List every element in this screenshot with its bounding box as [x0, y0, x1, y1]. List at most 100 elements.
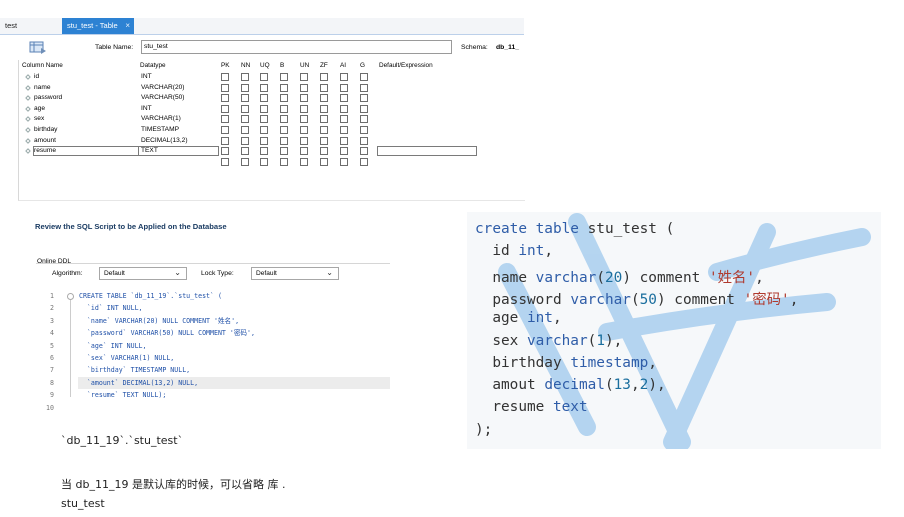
column-flag-checkbox[interactable]: [340, 147, 348, 156]
column-row[interactable]: [20, 157, 523, 168]
column-flag-checkbox[interactable]: [340, 115, 348, 124]
column-header[interactable]: Column Name: [22, 62, 63, 69]
column-header[interactable]: NN: [241, 62, 250, 69]
column-flag-checkbox[interactable]: [320, 104, 328, 113]
column-flag-checkbox[interactable]: [340, 73, 348, 81]
column-datatype[interactable]: VARCHAR(1): [141, 114, 181, 125]
column-row[interactable]: id INT: [20, 72, 523, 83]
sql-text[interactable]: `birthday` TIMESTAMP NULL,: [79, 364, 190, 376]
column-name[interactable]: password: [34, 93, 62, 104]
column-flag-checkbox[interactable]: [241, 147, 249, 156]
column-name[interactable]: birthday: [34, 125, 57, 136]
column-flag-checkbox[interactable]: [360, 83, 368, 92]
column-flag-checkbox[interactable]: [300, 104, 308, 113]
column-flag-checkbox[interactable]: [300, 83, 308, 92]
column-flag-checkbox[interactable]: [221, 73, 229, 81]
cell-edit-box[interactable]: [377, 146, 477, 157]
sql-text[interactable]: CREATE TABLE `db_11_19`.`stu_test` (: [79, 290, 222, 302]
column-flag-checkbox[interactable]: [360, 126, 368, 134]
column-flag-checkbox[interactable]: [260, 115, 268, 124]
column-row[interactable]: password VARCHAR(50): [20, 93, 523, 104]
column-header[interactable]: ZF: [320, 62, 328, 69]
column-flag-checkbox[interactable]: [360, 157, 368, 166]
column-flag-checkbox[interactable]: [340, 94, 348, 103]
column-name[interactable]: name: [34, 83, 51, 94]
column-flag-checkbox[interactable]: [241, 115, 249, 124]
column-flag-checkbox[interactable]: [241, 126, 249, 134]
column-flag-checkbox[interactable]: [241, 73, 249, 81]
column-name[interactable]: age: [34, 104, 45, 115]
column-header[interactable]: PK: [221, 62, 230, 69]
column-flag-checkbox[interactable]: [320, 136, 328, 145]
column-flag-checkbox[interactable]: [260, 73, 268, 81]
column-flag-checkbox[interactable]: [280, 136, 288, 145]
column-name[interactable]: id: [34, 72, 39, 83]
column-flag-checkbox[interactable]: [320, 73, 328, 81]
column-flag-checkbox[interactable]: [360, 94, 368, 103]
sql-text[interactable]: `sex` VARCHAR(1) NULL,: [79, 352, 174, 364]
table-name-input[interactable]: stu_test: [141, 40, 452, 54]
column-row[interactable]: amount DECIMAL(13,2): [20, 136, 523, 147]
column-header[interactable]: G: [360, 62, 365, 69]
sql-text[interactable]: `resume` TEXT NULL);: [79, 389, 166, 401]
sql-text[interactable]: `id` INT NULL,: [79, 302, 143, 314]
column-flag-checkbox[interactable]: [260, 83, 268, 92]
column-flag-checkbox[interactable]: [280, 115, 288, 124]
sql-text[interactable]: `name` VARCHAR(20) NULL COMMENT '姓名',: [79, 315, 239, 327]
column-flag-checkbox[interactable]: [280, 157, 288, 166]
column-flag-checkbox[interactable]: [360, 104, 368, 113]
column-name[interactable]: sex: [34, 114, 44, 125]
column-flag-checkbox[interactable]: [280, 83, 288, 92]
column-flag-checkbox[interactable]: [221, 126, 229, 134]
column-flag-checkbox[interactable]: [241, 136, 249, 145]
column-header[interactable]: AI: [340, 62, 346, 69]
column-datatype[interactable]: INT: [141, 104, 152, 115]
column-flag-checkbox[interactable]: [360, 115, 368, 124]
column-flag-checkbox[interactable]: [340, 104, 348, 113]
cell-edit-box[interactable]: [33, 146, 139, 157]
column-header[interactable]: UN: [300, 62, 309, 69]
column-flag-checkbox[interactable]: [260, 136, 268, 145]
column-datatype[interactable]: INT: [141, 72, 152, 83]
column-flag-checkbox[interactable]: [300, 126, 308, 134]
column-header[interactable]: B: [280, 62, 284, 69]
column-flag-checkbox[interactable]: [320, 147, 328, 156]
column-row[interactable]: resume TEXT: [20, 146, 523, 157]
column-flag-checkbox[interactable]: [340, 157, 348, 166]
column-flag-checkbox[interactable]: [280, 94, 288, 103]
sql-text[interactable]: `amount` DECIMAL(13,2) NULL,: [79, 377, 198, 389]
column-flag-checkbox[interactable]: [340, 126, 348, 134]
column-flag-checkbox[interactable]: [241, 94, 249, 103]
column-flag-checkbox[interactable]: [221, 83, 229, 92]
column-flag-checkbox[interactable]: [280, 73, 288, 81]
column-datatype[interactable]: VARCHAR(20): [141, 83, 184, 94]
column-flag-checkbox[interactable]: [300, 94, 308, 103]
column-flag-checkbox[interactable]: [320, 157, 328, 166]
column-flag-checkbox[interactable]: [320, 83, 328, 92]
close-icon[interactable]: ×: [125, 18, 130, 34]
column-flag-checkbox[interactable]: [241, 104, 249, 113]
column-flag-checkbox[interactable]: [241, 157, 249, 166]
column-flag-checkbox[interactable]: [260, 126, 268, 134]
column-flag-checkbox[interactable]: [300, 136, 308, 145]
tab-test[interactable]: test: [0, 18, 58, 34]
column-flag-checkbox[interactable]: [320, 126, 328, 134]
column-flag-checkbox[interactable]: [320, 94, 328, 103]
column-header[interactable]: Default/Expression: [379, 62, 433, 69]
column-name[interactable]: amount: [34, 136, 56, 147]
algorithm-select[interactable]: Default ⌄: [99, 267, 187, 280]
column-flag-checkbox[interactable]: [280, 126, 288, 134]
column-header[interactable]: UQ: [260, 62, 270, 69]
column-flag-checkbox[interactable]: [221, 136, 229, 145]
column-flag-checkbox[interactable]: [360, 73, 368, 81]
column-row[interactable]: name VARCHAR(20): [20, 83, 523, 94]
sql-text[interactable]: `password` VARCHAR(50) NULL COMMENT '密码'…: [79, 327, 255, 339]
column-flag-checkbox[interactable]: [241, 83, 249, 92]
column-flag-checkbox[interactable]: [300, 73, 308, 81]
column-datatype[interactable]: TIMESTAMP: [141, 125, 179, 136]
cell-edit-box[interactable]: [138, 146, 219, 157]
column-flag-checkbox[interactable]: [320, 115, 328, 124]
column-row[interactable]: birthday TIMESTAMP: [20, 125, 523, 136]
column-flag-checkbox[interactable]: [221, 157, 229, 166]
column-flag-checkbox[interactable]: [300, 147, 308, 156]
